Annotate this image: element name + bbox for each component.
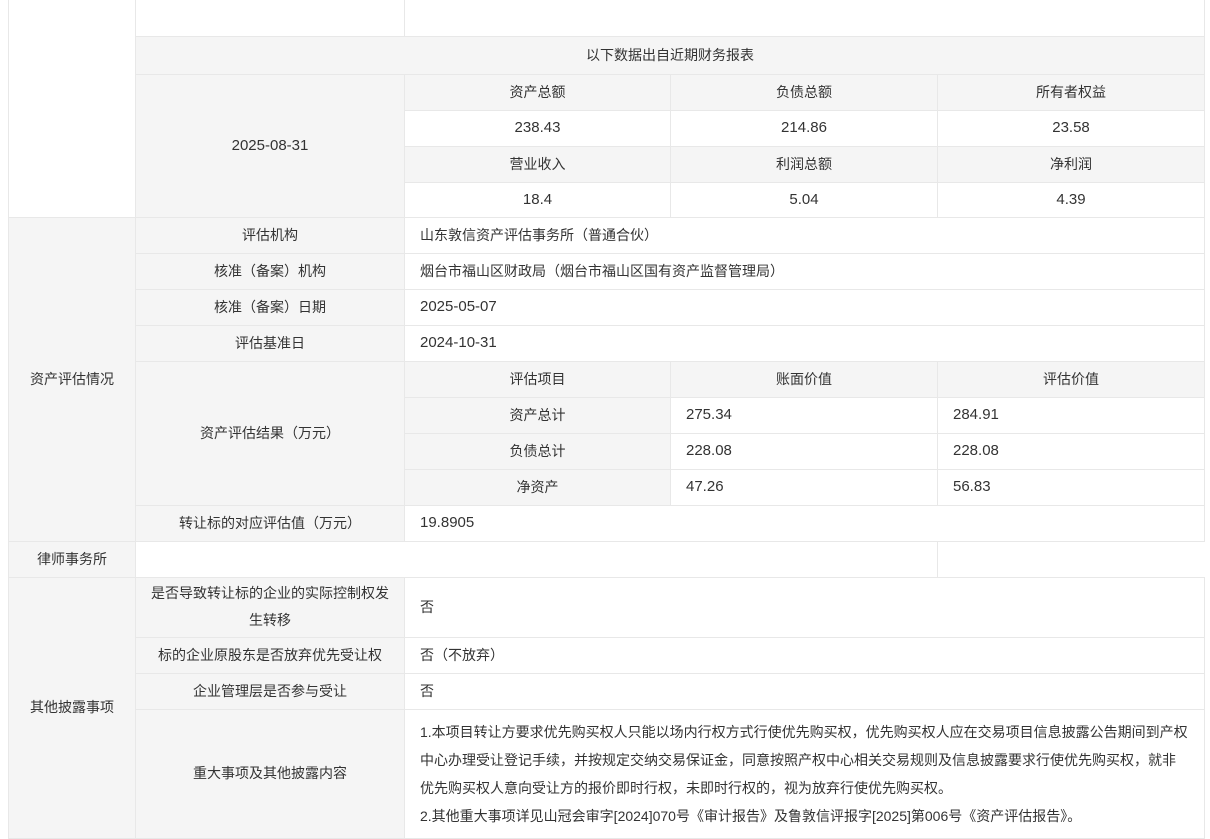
table-row: 律师事务所 [9, 541, 1205, 577]
row-value: 否 [405, 577, 1205, 637]
financial-note: 以下数据出自近期财务报表 [136, 36, 1205, 74]
row-value-law-firm [136, 541, 938, 577]
result-item-name: 资产总计 [405, 397, 671, 433]
fin-metric-label: 净利润 [938, 146, 1205, 182]
fin-metric-label: 负债总额 [671, 74, 938, 110]
row-label: 标的企业原股东是否放弃优先受让权 [136, 637, 405, 673]
row-label: 企业管理层是否参与受让 [136, 673, 405, 709]
cropped-cell [136, 0, 405, 36]
row-value: 19.8905 [405, 505, 1205, 541]
table-row: 转让标的对应评估值（万元） 19.8905 [9, 505, 1205, 541]
table-row: 标的企业原股东是否放弃优先受让权 否（不放弃） [9, 637, 1205, 673]
table-row: 核准（备案）日期 2025-05-07 [9, 289, 1205, 325]
table-row: 重大事项及其他披露内容 1.本项目转让方要求优先购买权人只能以场内行权方式行使优… [9, 709, 1205, 838]
row-value: 2025-05-07 [405, 289, 1205, 325]
row-label: 重大事项及其他披露内容 [136, 709, 405, 838]
fin-metric-value: 5.04 [671, 182, 938, 217]
major-items-paragraph: 1.本项目转让方要求优先购买权人只能以场内行权方式行使优先购买权，优先购买权人应… [420, 718, 1189, 802]
fin-metric-value: 18.4 [405, 182, 671, 217]
result-header-cell: 评估项目 [405, 361, 671, 397]
table-row: 2025-08-31 资产总额 负债总额 所有者权益 [9, 74, 1205, 110]
fin-metric-label: 利润总额 [671, 146, 938, 182]
row-label: 核准（备案）日期 [136, 289, 405, 325]
row-value: 否（不放弃） [405, 637, 1205, 673]
result-header-cell: 账面价值 [671, 361, 938, 397]
result-item-book: 275.34 [671, 397, 938, 433]
table-row [9, 0, 1205, 36]
table-row: 企业管理层是否参与受让 否 [9, 673, 1205, 709]
result-item-book: 228.08 [671, 433, 938, 469]
row-label-eval-result: 资产评估结果（万元） [136, 361, 405, 505]
section-cell-evaluation: 资产评估情况 [9, 217, 136, 541]
row-value: 烟台市福山区财政局（烟台市福山区国有资产监督管理局） [405, 253, 1205, 289]
fin-metric-label: 所有者权益 [938, 74, 1205, 110]
row-label: 律师事务所 [9, 541, 136, 577]
fin-metric-label: 资产总额 [405, 74, 671, 110]
result-item-assessed: 284.91 [938, 397, 1205, 433]
result-item-name: 净资产 [405, 469, 671, 505]
cropped-cell [405, 0, 1205, 36]
table-row: 评估基准日 2024-10-31 [9, 325, 1205, 361]
row-label: 评估基准日 [136, 325, 405, 361]
disclosure-table: 以下数据出自近期财务报表 2025-08-31 资产总额 负债总额 所有者权益 … [8, 0, 1205, 839]
row-value: 山东敦信资产评估事务所（普通合伙） [405, 217, 1205, 253]
major-items-paragraph: 2.其他重大事项详见山冠会审字[2024]070号《审计报告》及鲁敦信评报字[2… [420, 802, 1189, 830]
row-value: 2024-10-31 [405, 325, 1205, 361]
fin-metric-value: 238.43 [405, 110, 671, 146]
fin-metric-label: 营业收入 [405, 146, 671, 182]
result-item-book: 47.26 [671, 469, 938, 505]
fin-metric-value: 23.58 [938, 110, 1205, 146]
fin-metric-value: 214.86 [671, 110, 938, 146]
row-value-major-items: 1.本项目转让方要求优先购买权人只能以场内行权方式行使优先购买权，优先购买权人应… [405, 709, 1205, 838]
table-row: 资产评估情况 评估机构 山东敦信资产评估事务所（普通合伙） [9, 217, 1205, 253]
result-item-name: 负债总计 [405, 433, 671, 469]
row-label: 是否导致转让标的企业的实际控制权发生转移 [136, 577, 405, 637]
result-item-assessed: 228.08 [938, 433, 1205, 469]
result-header-cell: 评估价值 [938, 361, 1205, 397]
row-label: 评估机构 [136, 217, 405, 253]
fin-metric-value: 4.39 [938, 182, 1205, 217]
table-row: 以下数据出自近期财务报表 [9, 36, 1205, 74]
row-label: 转让标的对应评估值（万元） [136, 505, 405, 541]
result-item-assessed: 56.83 [938, 469, 1205, 505]
table-row: 其他披露事项 是否导致转让标的企业的实际控制权发生转移 否 [9, 577, 1205, 637]
table-row: 资产评估结果（万元） 评估项目 账面价值 评估价值 [9, 361, 1205, 397]
report-date-cell: 2025-08-31 [136, 74, 405, 217]
section-cell-other: 其他披露事项 [9, 577, 136, 838]
row-label: 核准（备案）机构 [136, 253, 405, 289]
table-row: 核准（备案）机构 烟台市福山区财政局（烟台市福山区国有资产监督管理局） [9, 253, 1205, 289]
row-value: 否 [405, 673, 1205, 709]
section-cell-financial [9, 0, 136, 217]
